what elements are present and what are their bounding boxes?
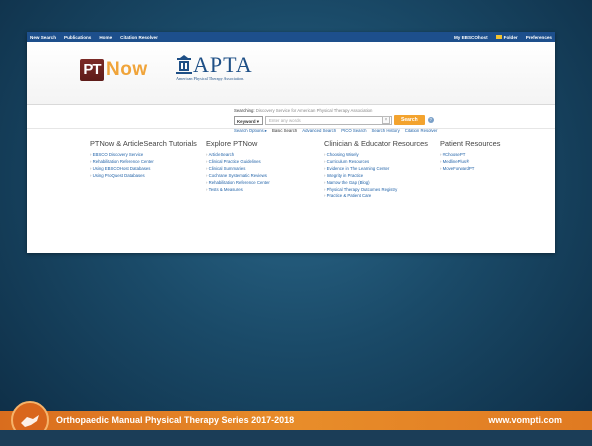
searching-label: Searching: Discovery Service for America… [234, 108, 437, 113]
list-item[interactable]: EBSCO Discovery Service [90, 152, 206, 159]
chevron-down-icon: ▾ [256, 118, 259, 124]
column-heading: Explore PTNow [206, 139, 258, 148]
list-item[interactable]: #ChoosePT [440, 152, 530, 159]
column-heading: Patient Resources [440, 139, 501, 148]
list-item[interactable]: Evidence in The Learning Center [324, 166, 440, 173]
tutorials-column: PTNow & ArticleSearch Tutorials EBSCO Di… [90, 139, 206, 200]
list-item[interactable]: Using EBSCOHost Databases [90, 166, 206, 173]
list-item[interactable]: Rehabilitation Reference Center [90, 159, 206, 166]
ptnow-logo-now: Now [106, 59, 148, 80]
list-item[interactable]: Narrow the Gap (Blog) [324, 180, 440, 187]
website-url: www.vompti.com [488, 415, 562, 425]
new-search-link[interactable]: New Search [30, 35, 56, 40]
apta-logo: APTA American Physical Therapy Associati… [175, 54, 253, 81]
list-item[interactable]: Using ProQuest Databases [90, 173, 206, 180]
apta-emblem-icon [176, 55, 192, 74]
ptnow-logo: PT Now [80, 59, 148, 81]
column-heading: PTNow & ArticleSearch Tutorials [90, 139, 197, 148]
list-item[interactable]: Integrity in Practice [324, 173, 440, 180]
list-item[interactable]: Practice & Patient Care [324, 193, 440, 200]
folder-link[interactable]: Folder [495, 34, 518, 40]
searching-prefix: Searching: [234, 108, 255, 113]
list-item[interactable]: MedlinePlus® [440, 159, 530, 166]
home-link[interactable]: Home [99, 35, 112, 40]
list-item[interactable]: MoveForwardPT [440, 166, 530, 173]
patient-column: Patient Resources #ChoosePT MedlinePlus®… [440, 139, 530, 200]
section-divider [27, 128, 555, 129]
search-input[interactable]: Enter any words [265, 115, 392, 125]
list-item[interactable]: Clinical Practice Guidelines [206, 159, 324, 166]
list-item[interactable]: Cochrane Systematic Reviews [206, 173, 324, 180]
logo-banner: PT Now APTA American Physical Therapy As… [27, 42, 555, 104]
list-item[interactable]: Curriculum Resources [324, 159, 440, 166]
resource-columns: PTNow & ArticleSearch Tutorials EBSCO Di… [90, 139, 530, 200]
list-item[interactable]: Tests & Measures [206, 187, 324, 194]
list-item[interactable]: ArticleSearch [206, 152, 324, 159]
clinician-column: Clinician & Educator Resources Choosing … [324, 139, 440, 200]
citation-resolver-link[interactable]: Citation Resolver [120, 35, 158, 40]
list-item[interactable]: Rehabilitation Reference Center [206, 180, 324, 187]
help-icon[interactable]: ? [427, 117, 434, 123]
search-button[interactable]: Search [394, 115, 425, 125]
list-item[interactable]: Physical Therapy Outcomes Registry [324, 187, 440, 194]
list-item[interactable]: Clinical Summaries [206, 166, 324, 173]
bottom-strip [0, 430, 592, 446]
folder-icon [495, 35, 502, 40]
clear-icon[interactable]: × [382, 116, 390, 124]
my-ebscohost-link[interactable]: My EBSCOhost [454, 35, 488, 40]
series-title: Orthopaedic Manual Physical Therapy Seri… [56, 415, 295, 425]
apta-subtitle: American Physical Therapy Association. [176, 76, 245, 81]
column-heading: Clinician & Educator Resources [324, 139, 428, 148]
ptnow-logo-pt: PT [80, 59, 104, 81]
field-select-value: Keyword [237, 118, 256, 124]
ebsco-toolbar: New Search Publications Home Citation Re… [27, 32, 555, 42]
preferences-link[interactable]: Preferences [526, 35, 552, 40]
divider [27, 104, 555, 105]
explore-column: Explore PTNow ArticleSearch Clinical Pra… [206, 139, 324, 200]
apta-name: APTA [193, 52, 253, 77]
search-panel: Searching: Discovery Service for America… [234, 108, 437, 134]
list-item[interactable]: Choosing Wisely [324, 152, 440, 159]
field-select[interactable]: Keyword ▾ [234, 115, 263, 125]
searching-database[interactable]: Discovery Service for American Physical … [256, 108, 373, 113]
slide: New Search Publications Home Citation Re… [0, 0, 592, 446]
footer-bar: Orthopaedic Manual Physical Therapy Seri… [0, 411, 592, 430]
folder-label: Folder [503, 34, 518, 40]
publications-link[interactable]: Publications [64, 35, 91, 40]
